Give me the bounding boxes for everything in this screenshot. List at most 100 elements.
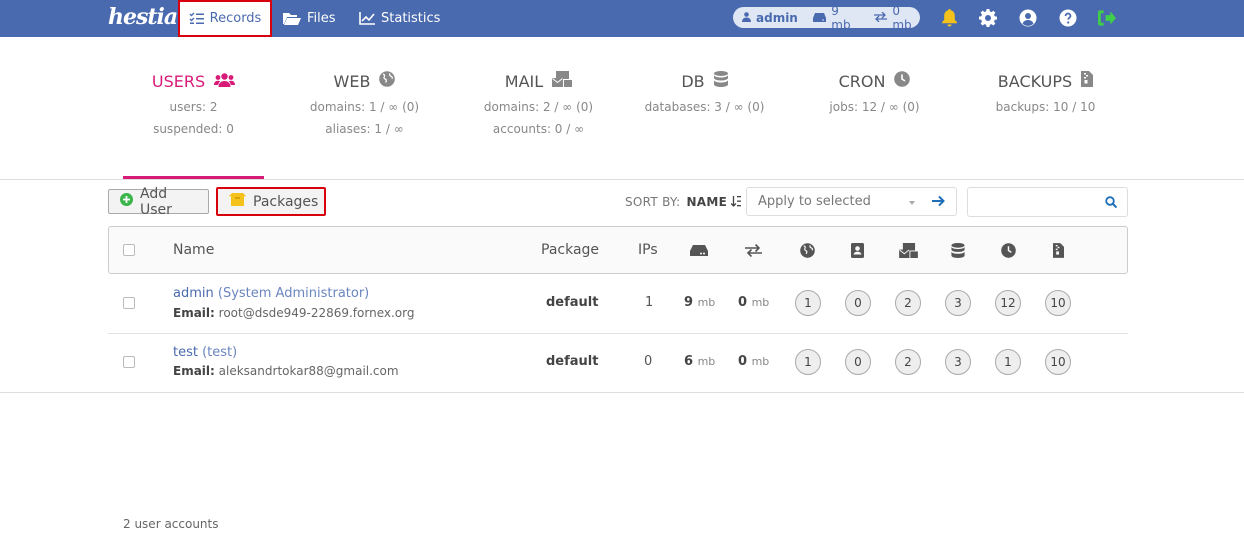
user-pill-disk: 9 mb xyxy=(831,3,851,32)
user-fullname: (System Administrator) xyxy=(217,286,370,301)
user-pill-username: admin xyxy=(756,10,798,25)
column-ips[interactable]: IPs xyxy=(638,227,658,273)
select-all-checkbox[interactable] xyxy=(123,244,135,256)
stat-mail-line2: accounts: 0 / ∞ xyxy=(492,122,585,136)
stat-tab-cron[interactable]: CRON jobs: 12 / ∞ (0) xyxy=(804,70,945,114)
stat-tab-mail[interactable]: MAIL domains: 2 / ∞ (0) accounts: 0 / ∞ xyxy=(468,70,609,136)
stat-tab-users[interactable]: USERS users: 2 suspended: 0 xyxy=(123,70,264,136)
web-count-badge[interactable]: 1 xyxy=(795,290,821,316)
arrow-right-icon[interactable] xyxy=(932,195,945,211)
db-count-badge[interactable]: 3 xyxy=(945,290,971,316)
sort-value: NAME xyxy=(686,195,728,209)
stat-title-db: DB xyxy=(681,71,705,91)
bulk-action-select[interactable]: Apply to selected xyxy=(746,187,957,216)
bell-icon[interactable] xyxy=(940,9,958,27)
stat-title-web: WEB xyxy=(333,71,371,91)
user-link[interactable]: admin (System Administrator) xyxy=(173,286,369,301)
row-checkbox[interactable] xyxy=(123,297,135,309)
divider xyxy=(0,179,1244,180)
database-icon xyxy=(713,71,728,91)
cron-count-badge[interactable]: 1 xyxy=(995,349,1021,375)
mail-count-badge[interactable]: 2 xyxy=(895,290,921,316)
logout-icon[interactable] xyxy=(1098,9,1116,27)
box-open-icon xyxy=(229,193,246,210)
column-package[interactable]: Package xyxy=(541,227,599,273)
stat-tab-db[interactable]: DB databases: 3 / ∞ (0) xyxy=(634,70,775,114)
bandwidth-unit: mb xyxy=(751,355,770,368)
clock-icon xyxy=(894,71,911,91)
user-link[interactable]: test (test) xyxy=(173,345,237,360)
gear-icon[interactable] xyxy=(979,9,997,27)
email-value: root@dsde949-22869.fornex.org xyxy=(218,306,415,320)
backups-count-badge[interactable]: 10 xyxy=(1045,349,1071,375)
user-pill-bandwidth: 0 mb xyxy=(892,3,912,32)
packages-button[interactable]: Packages xyxy=(216,187,326,216)
stat-cron-line1: jobs: 12 / ∞ (0) xyxy=(829,100,920,114)
package-value: default xyxy=(546,295,599,310)
add-user-label: Add User xyxy=(140,185,172,218)
dns-count-badge[interactable]: 0 xyxy=(845,290,871,316)
table-row: admin (System Administrator) Email: root… xyxy=(0,275,1244,333)
packages-label: Packages xyxy=(253,193,319,210)
sort-control[interactable]: SORT BY: NAME xyxy=(625,195,742,209)
db-count-badge[interactable]: 3 xyxy=(945,349,971,375)
search-icon[interactable] xyxy=(1105,196,1118,212)
file-archive-icon xyxy=(1081,71,1094,91)
backups-count-badge[interactable]: 10 xyxy=(1045,290,1071,316)
list-check-icon xyxy=(189,12,204,25)
table-header: Name Package IPs xyxy=(108,226,1128,274)
user-circle-icon[interactable] xyxy=(1019,9,1037,27)
disk-value: 9 xyxy=(684,295,694,310)
stat-title-users: USERS xyxy=(151,71,206,91)
row-checkbox[interactable] xyxy=(123,356,135,368)
column-name[interactable]: Name xyxy=(173,227,214,273)
disk-unit: mb xyxy=(697,296,716,309)
users-icon xyxy=(214,72,236,91)
help-icon[interactable] xyxy=(1059,9,1077,27)
user-email: Email: aleksandrtokar88@gmail.com xyxy=(173,364,399,378)
package-value: default xyxy=(546,354,599,369)
search-input[interactable] xyxy=(967,187,1128,217)
nav-files-label: Files xyxy=(307,11,336,26)
stat-title-cron: CRON xyxy=(838,71,886,91)
stat-title-backups: BACKUPS xyxy=(997,71,1073,91)
email-label: Email: xyxy=(173,306,215,320)
user-email: Email: root@dsde949-22869.fornex.org xyxy=(173,306,414,320)
plus-circle-icon xyxy=(120,193,133,210)
globe-icon xyxy=(379,71,396,91)
dns-count-badge[interactable]: 0 xyxy=(845,349,871,375)
hestia-logo[interactable]: hestia xyxy=(108,4,178,30)
stat-users-line2: suspended: 0 xyxy=(153,122,234,136)
stat-tab-backups[interactable]: BACKUPS backups: 10 / 10 xyxy=(975,70,1116,114)
globe-column-icon xyxy=(800,227,815,273)
bandwidth-usage: 0 mb xyxy=(738,295,769,310)
chart-line-icon xyxy=(359,12,375,25)
email-label: Email: xyxy=(173,364,215,378)
add-user-button[interactable]: Add User xyxy=(108,186,209,218)
stat-backups-line1: backups: 10 / 10 xyxy=(995,100,1096,114)
nav-records[interactable]: Records xyxy=(178,0,272,37)
file-archive-column-icon xyxy=(1053,227,1064,273)
user-summary-pill[interactable]: admin 9 mb 0 mb xyxy=(733,4,920,32)
user-accounts-count: 2 user accounts xyxy=(123,517,219,531)
cron-count-badge[interactable]: 12 xyxy=(995,290,1021,316)
mail-count-badge[interactable]: 2 xyxy=(895,349,921,375)
table-row: test (test) Email: aleksandrtokar88@gmai… xyxy=(0,334,1244,392)
sort-alpha-icon xyxy=(730,195,742,209)
exchange-icon xyxy=(874,11,888,25)
ips-value: 0 xyxy=(644,354,653,369)
mail-bulk-icon xyxy=(552,71,573,91)
web-count-badge[interactable]: 1 xyxy=(795,349,821,375)
disk-usage: 6 mb xyxy=(684,354,715,369)
nav-statistics[interactable]: Statistics xyxy=(359,0,440,37)
bandwidth-usage: 0 mb xyxy=(738,354,769,369)
nav-files[interactable]: Files xyxy=(283,0,336,37)
ips-value: 1 xyxy=(645,295,654,310)
folder-open-icon xyxy=(283,12,301,25)
stat-users-line1: users: 2 xyxy=(169,100,218,114)
disk-unit: mb xyxy=(697,355,716,368)
bandwidth-unit: mb xyxy=(751,296,770,309)
bulk-action-placeholder: Apply to selected xyxy=(758,194,871,209)
stat-web-line1: domains: 1 / ∞ (0) xyxy=(309,100,420,114)
stat-tab-web[interactable]: WEB domains: 1 / ∞ (0) aliases: 1 / ∞ xyxy=(294,70,435,136)
